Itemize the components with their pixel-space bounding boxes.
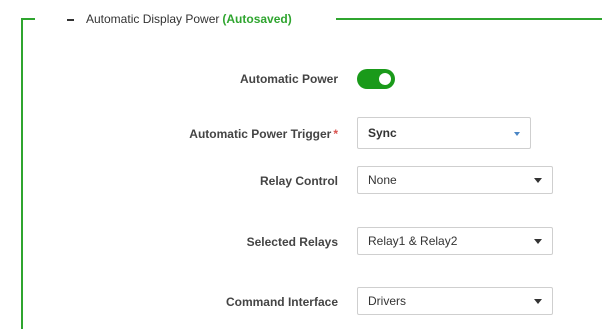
- section-border-top-right: [336, 18, 602, 20]
- selected-relays-select[interactable]: Relay1 & Relay2: [357, 227, 553, 255]
- automatic-power-row: Automatic Power: [0, 63, 602, 95]
- toggle-knob: [379, 73, 391, 85]
- command-interface-row: Command Interface Drivers: [0, 286, 602, 318]
- command-interface-value: Drivers: [368, 294, 406, 308]
- required-asterisk: *: [333, 127, 338, 141]
- command-interface-select[interactable]: Drivers: [357, 287, 553, 315]
- chevron-down-icon: [534, 239, 542, 244]
- automatic-power-trigger-value: Sync: [368, 126, 397, 140]
- relay-control-row: Relay Control None: [0, 165, 602, 197]
- section-title: Automatic Display Power: [86, 12, 220, 26]
- selected-relays-label: Selected Relays: [246, 235, 338, 249]
- selected-relays-row: Selected Relays Relay1 & Relay2: [0, 226, 602, 258]
- selected-relays-value: Relay1 & Relay2: [368, 234, 458, 248]
- command-interface-label: Command Interface: [225, 295, 338, 309]
- chevron-down-icon: [514, 132, 520, 136]
- chevron-down-icon: [534, 178, 542, 183]
- automatic-power-trigger-row: Automatic Power Trigger * Sync: [0, 117, 602, 150]
- section-header: Automatic Display Power (Autosaved): [66, 10, 292, 28]
- autosaved-status: (Autosaved): [222, 12, 292, 26]
- automatic-display-power-panel: Automatic Display Power (Autosaved) Auto…: [0, 0, 602, 329]
- automatic-power-toggle[interactable]: [357, 69, 395, 89]
- relay-control-value: None: [368, 173, 397, 187]
- automatic-power-trigger-select[interactable]: Sync: [357, 117, 531, 149]
- relay-control-label: Relay Control: [259, 174, 338, 188]
- chevron-down-icon: [534, 299, 542, 304]
- minus-icon[interactable]: [66, 14, 76, 24]
- relay-control-select[interactable]: None: [357, 166, 553, 194]
- section-border-top-left: [21, 18, 35, 20]
- automatic-power-label: Automatic Power: [239, 72, 338, 86]
- automatic-power-trigger-label: Automatic Power Trigger *: [189, 127, 338, 141]
